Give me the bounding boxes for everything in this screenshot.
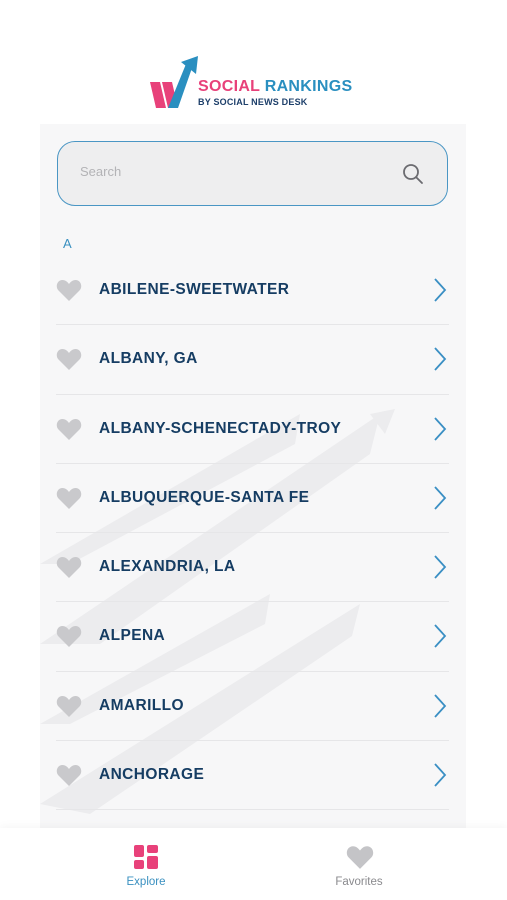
market-row[interactable]: ALBUQUERQUE-SANTA FE [56, 464, 449, 534]
favorite-heart-icon[interactable] [56, 278, 82, 302]
logo-subtitle: BY SOCIAL NEWS DESK [198, 97, 308, 107]
favorite-heart-icon[interactable] [56, 555, 82, 579]
section-letter-header: A [63, 236, 72, 251]
logo-title-rankings: RANKINGS [264, 78, 353, 95]
favorite-heart-icon[interactable] [56, 347, 82, 371]
logo-title-social: SOCIAL [198, 78, 260, 95]
market-name: AMARILLO [99, 696, 184, 714]
chevron-right-icon[interactable] [433, 485, 447, 511]
market-row[interactable]: ALBANY-SCHENECTADY-TROY [56, 395, 449, 464]
search-bar[interactable]: Search [57, 141, 448, 206]
social-rankings-logo: SOCIAL RANKINGS BY SOCIAL NEWS DESK [148, 56, 363, 114]
market-name: ALPENA [99, 627, 166, 645]
chevron-right-icon[interactable] [433, 346, 447, 372]
market-name: ALBANY, GA [99, 350, 198, 368]
market-name: ANCHORAGE [99, 766, 205, 784]
logo-mark-icon [150, 56, 198, 108]
favorite-heart-icon[interactable] [56, 486, 82, 510]
tab-explore[interactable]: Explore [86, 828, 206, 900]
market-row[interactable]: ABILENE-SWEETWATER [56, 256, 449, 326]
grid-icon [134, 845, 158, 869]
heart-icon [346, 846, 374, 869]
chevron-right-icon[interactable] [433, 416, 447, 442]
chevron-right-icon[interactable] [433, 623, 447, 649]
market-row[interactable]: ALEXANDRIA, LA [56, 533, 449, 603]
market-row[interactable]: AMARILLO [56, 672, 449, 742]
tab-explore-label: Explore [126, 876, 166, 888]
market-list: ABILENE-SWEETWATER ALBANY, GA ALBANY-SCH… [56, 256, 449, 811]
bottom-tab-bar: Explore Favorites [0, 828, 507, 900]
favorite-heart-icon[interactable] [56, 624, 82, 648]
favorite-heart-icon[interactable] [56, 694, 82, 718]
favorite-heart-icon[interactable] [56, 417, 82, 441]
tab-favorites[interactable]: Favorites [299, 828, 419, 900]
app-header: SOCIAL RANKINGS BY SOCIAL NEWS DESK [0, 0, 507, 124]
logo-title: SOCIAL RANKINGS [198, 78, 352, 96]
market-name: ALBANY-SCHENECTADY-TROY [99, 419, 342, 437]
tab-favorites-label: Favorites [335, 876, 383, 888]
chevron-right-icon[interactable] [433, 554, 447, 580]
market-row[interactable]: ANCHORAGE [56, 741, 449, 811]
chevron-right-icon[interactable] [433, 277, 447, 303]
market-name: ALEXANDRIA, LA [99, 558, 236, 576]
market-row[interactable]: ALBANY, GA [56, 325, 449, 395]
search-icon[interactable] [401, 162, 425, 186]
market-row[interactable]: ALPENA [56, 602, 449, 672]
chevron-right-icon[interactable] [433, 693, 447, 719]
favorite-heart-icon[interactable] [56, 763, 82, 787]
market-name: ABILENE-SWEETWATER [99, 281, 290, 298]
search-input[interactable]: Search [80, 164, 121, 179]
market-name: ALBUQUERQUE-SANTA FE [99, 488, 310, 506]
chevron-right-icon[interactable] [433, 762, 447, 788]
